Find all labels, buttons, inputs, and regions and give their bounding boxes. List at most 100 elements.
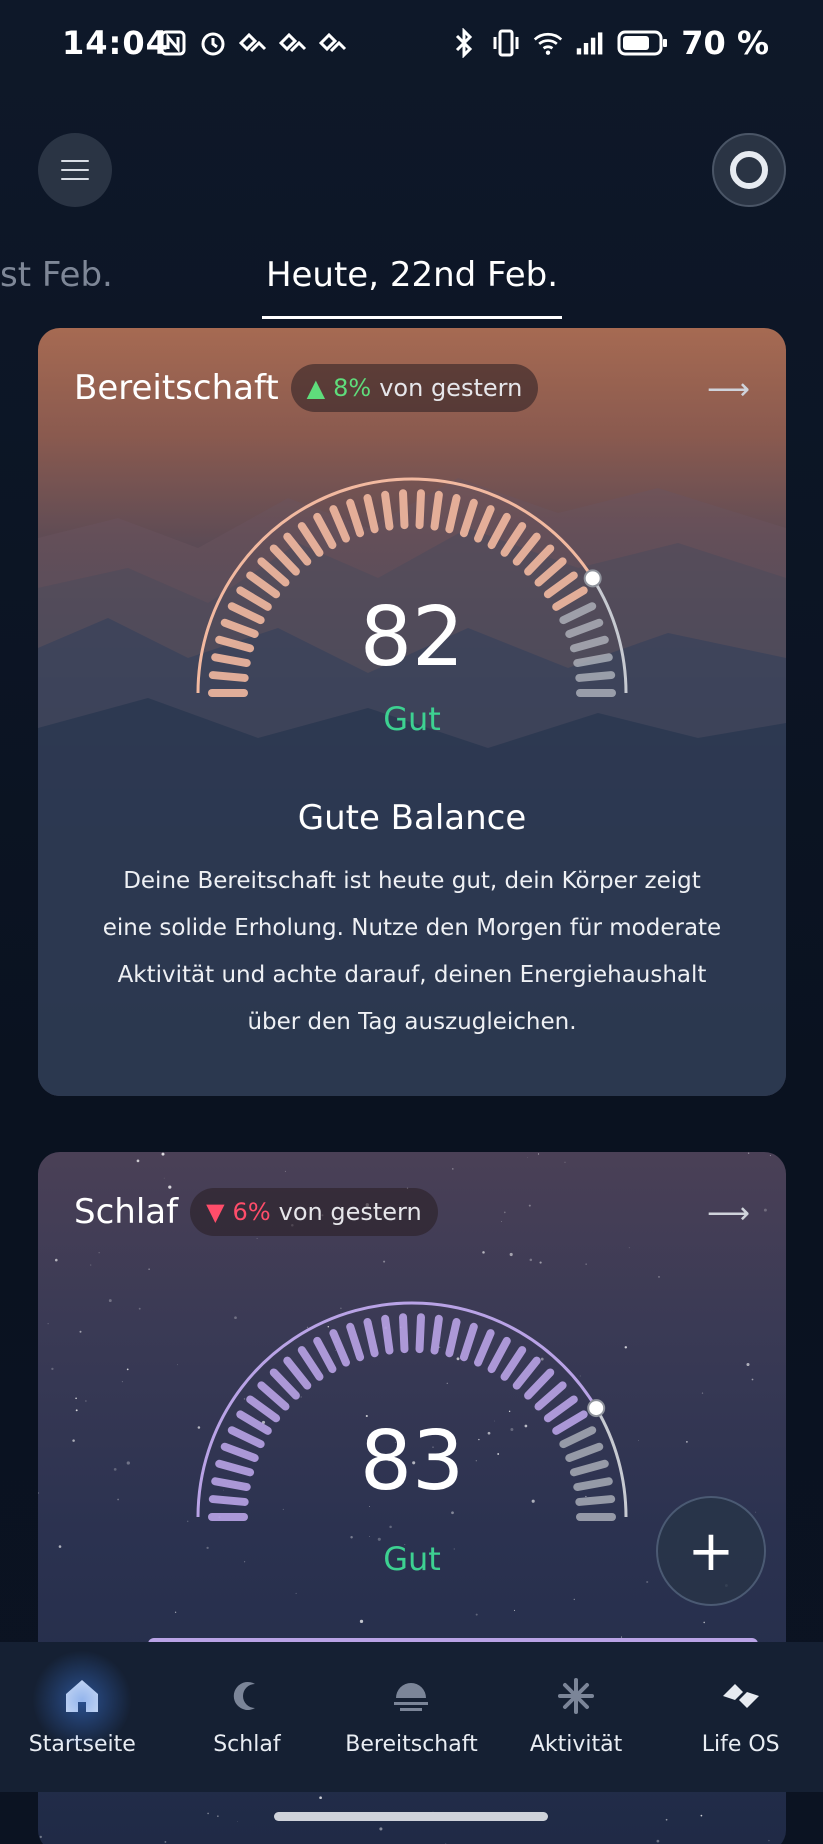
sleep-gauge-tick	[297, 1346, 324, 1381]
star	[295, 1592, 297, 1594]
bluetooth-icon	[449, 28, 479, 58]
sleep-gauge-tick	[487, 1336, 511, 1374]
ring-device-button[interactable]	[712, 133, 786, 207]
readiness-gauge-tick	[474, 505, 495, 543]
star	[217, 1815, 219, 1817]
star	[379, 1827, 383, 1831]
menu-icon-line	[61, 178, 89, 180]
star	[646, 1580, 649, 1584]
sleep-gauge-tick	[329, 1329, 350, 1367]
readiness-gauge-tick	[313, 512, 337, 550]
readiness-insight-title: Gute Balance	[297, 798, 527, 838]
sleep-gauge-tick	[459, 1322, 478, 1362]
menu-button[interactable]	[38, 133, 112, 207]
readiness-gauge-tick	[459, 498, 478, 538]
battery-icon	[617, 28, 669, 58]
nav-item-life-os[interactable]: Life OS	[666, 1674, 816, 1757]
nav-label: Bereitschaft	[345, 1732, 478, 1757]
readiness-gauge-tick	[500, 522, 527, 557]
readiness-insight-text: Deine Bereitschaft ist heute gut, dein K…	[102, 868, 722, 1035]
readiness-gauge-tick	[257, 557, 290, 587]
wifi-icon	[533, 28, 563, 58]
signal-icon	[575, 28, 605, 58]
readiness-card[interactable]: Bereitschaft ▲ 8% von gestern ⟶ 82 Gut G…	[38, 328, 786, 1096]
moon-icon	[225, 1674, 269, 1718]
sleep-gauge-tick	[512, 1356, 541, 1390]
alarm-icon	[198, 28, 228, 58]
star	[768, 1839, 770, 1842]
activity-icon	[554, 1674, 598, 1718]
readiness-score-label: Gut	[383, 700, 441, 738]
sleep-gauge-tick	[313, 1336, 337, 1374]
app-notification-icon	[318, 28, 348, 58]
readiness-icon	[389, 1674, 433, 1718]
readiness-gauge-tick	[283, 532, 312, 566]
sleep-gauge-tick	[415, 1313, 425, 1354]
star	[665, 1818, 668, 1821]
readiness-gauge-tick	[415, 489, 425, 530]
sleep-gauge-tick	[346, 1322, 365, 1362]
nav-item-schlaf[interactable]: Schlaf	[172, 1674, 322, 1757]
nav-item-bereitschaft[interactable]: Bereitschaft	[336, 1674, 486, 1757]
readiness-gauge-tick	[445, 494, 461, 534]
nav-item-startseite[interactable]: Startseite	[7, 1650, 157, 1757]
star	[237, 1821, 238, 1822]
star	[513, 1609, 516, 1611]
readiness-score: 82	[359, 590, 465, 685]
readiness-gauge-tick	[297, 522, 324, 557]
readiness-gauge-tick	[534, 557, 567, 587]
sleep-score: 83	[359, 1414, 465, 1509]
sleep-gauge-tick	[283, 1356, 312, 1390]
ring-icon	[730, 151, 768, 189]
sleep-gauge-tick	[474, 1329, 495, 1367]
star	[319, 1796, 322, 1800]
readiness-gauge-tick	[524, 544, 555, 576]
star	[359, 1619, 364, 1624]
nav-active-glow	[32, 1650, 133, 1750]
sleep-gauge-tick	[257, 1381, 290, 1411]
readiness-gauge-tick	[430, 490, 443, 531]
nav-item-aktivitaet[interactable]: Aktivität	[501, 1674, 651, 1757]
star	[174, 1611, 177, 1613]
date-tab-current[interactable]: Heute, 22nd Feb.	[262, 255, 562, 295]
star	[700, 1814, 703, 1817]
star	[573, 1598, 575, 1601]
readiness-gauge-tick	[487, 512, 511, 550]
star	[39, 1835, 42, 1839]
home-indicator[interactable]	[274, 1812, 548, 1821]
sleep-gauge-tick	[534, 1381, 567, 1411]
nav-label: Schlaf	[213, 1732, 281, 1757]
status-notification-icons	[158, 28, 348, 58]
readiness-gauge-tick	[269, 544, 300, 576]
nfc-icon	[158, 28, 188, 58]
date-tab-indicator	[262, 316, 562, 319]
star	[164, 1840, 167, 1843]
readiness-gauge-tick	[329, 505, 350, 543]
app-root: 14:04 70 % st Feb. Heute, 22nd Feb. Bere…	[0, 0, 823, 1844]
star	[656, 1839, 660, 1843]
sleep-gauge-tick	[524, 1368, 555, 1400]
nav-label: Life OS	[701, 1732, 780, 1757]
readiness-gauge-tick	[512, 532, 541, 566]
readiness-gauge	[196, 477, 628, 697]
life-os-icon	[719, 1674, 763, 1718]
add-button[interactable]: +	[656, 1496, 766, 1606]
sleep-gauge-tick	[381, 1314, 394, 1355]
status-system-icons: 70 %	[449, 24, 769, 62]
date-tab-previous[interactable]: st Feb.	[0, 255, 113, 295]
bottom-navigation: Startseite Schlaf Bereitschaft Aktivität…	[0, 1642, 823, 1792]
readiness-gauge-tick	[399, 489, 409, 530]
star	[207, 1812, 209, 1815]
menu-icon-line	[61, 160, 89, 162]
status-time: 14:04	[62, 24, 169, 62]
nav-label: Aktivität	[529, 1732, 623, 1757]
battery-percentage: 70 %	[681, 24, 769, 62]
star	[475, 1613, 478, 1616]
app-notification-icon	[238, 28, 268, 58]
readiness-gauge-knob	[583, 569, 602, 588]
readiness-gauge-tick	[381, 490, 394, 531]
sleep-gauge-tick	[430, 1314, 443, 1355]
sleep-gauge-tick	[363, 1318, 379, 1358]
menu-icon-line	[61, 169, 89, 171]
readiness-gauge-tick	[363, 494, 379, 534]
